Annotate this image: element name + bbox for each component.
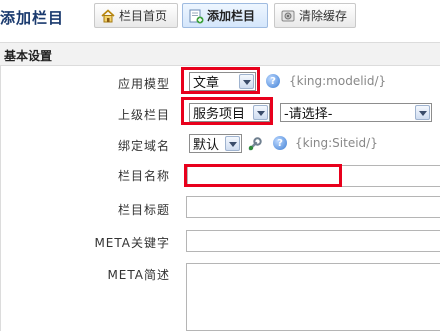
chevron-down-icon (225, 136, 240, 151)
highlight-box (184, 164, 342, 187)
column-name-label: 栏目名称 (117, 169, 170, 183)
domain-select[interactable]: 默认 (189, 134, 242, 153)
clear-cache-icon (280, 8, 296, 24)
chevron-down-icon (415, 105, 430, 120)
add-column-label: 添加栏目 (207, 9, 256, 23)
clear-cache-button[interactable]: 清除缓存 (274, 3, 356, 28)
column-home-label: 栏目首页 (119, 9, 168, 23)
meta-description-label: META简述 (107, 268, 170, 282)
domain-hint: {king:Siteid/} (295, 136, 378, 150)
model-label: 应用模型 (117, 77, 170, 91)
add-page-icon (188, 8, 204, 24)
column-title-input[interactable] (186, 196, 440, 218)
section-header: 基本设置 (0, 42, 440, 66)
parent-subselect-value: -请选择- (284, 107, 333, 122)
clear-cache-label: 清除缓存 (299, 9, 348, 23)
parent-label: 上级栏目 (117, 108, 170, 122)
home-icon (100, 8, 116, 24)
add-column-button[interactable]: 添加栏目 (182, 3, 268, 28)
domain-label: 绑定域名 (117, 139, 170, 153)
column-title-label: 栏目标题 (117, 203, 170, 217)
section-title: 基本设置 (4, 49, 53, 63)
model-hint: {king:modelid/} (289, 74, 387, 88)
domain-select-value: 默认 (193, 138, 220, 153)
meta-description-textarea[interactable] (186, 263, 440, 331)
highlight-box (181, 67, 260, 94)
wrench-icon[interactable] (247, 136, 263, 152)
parent-subselect[interactable]: -请选择- (280, 103, 432, 122)
basic-settings-form: 应用模型 文章 ? {king:modelid/} 上级栏目 服务项目 -请选择… (0, 66, 440, 331)
help-icon[interactable]: ? (266, 74, 280, 88)
help-icon[interactable]: ? (273, 136, 287, 150)
highlight-box (181, 97, 273, 125)
meta-keywords-label: META关键字 (94, 236, 170, 250)
page-title: 添加栏目 (0, 9, 65, 27)
column-home-button[interactable]: 栏目首页 (94, 3, 178, 28)
meta-keywords-input[interactable] (186, 230, 440, 252)
toolbar: 添加栏目 栏目首页 添加栏目 清除缓存 (0, 0, 440, 34)
